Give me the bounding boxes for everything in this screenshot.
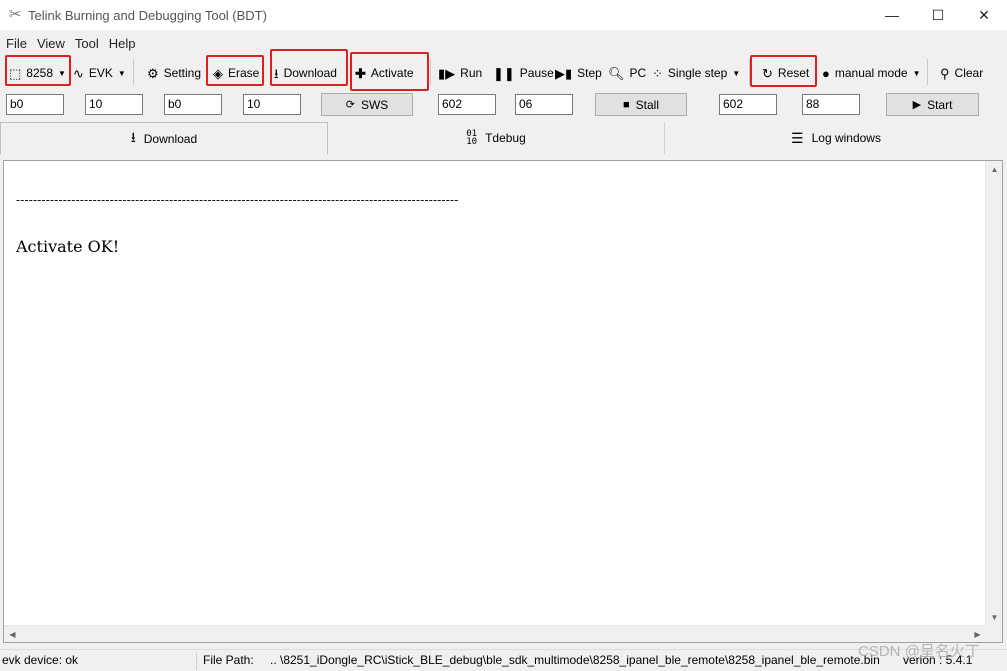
list-icon: ☰	[791, 129, 804, 146]
title-bar: ✂ Telink Burning and Debugging Tool (BDT…	[0, 0, 1007, 30]
toolbar: ⬚ 8258 ▼ ∿ EVK ▼ ⚙ Setting ◈ Erase ⭳ Dow…	[0, 49, 1007, 91]
tab-tdebug-label: Tdebug	[485, 131, 526, 145]
status-divider	[196, 652, 197, 670]
menu-file[interactable]: File	[0, 36, 32, 51]
highlight-box	[270, 49, 348, 86]
close-button[interactable]: ✕	[961, 0, 1007, 30]
pause-label: Pause	[519, 66, 554, 80]
menu-tool[interactable]: Tool	[70, 36, 104, 51]
manual-mode-label: manual mode	[834, 66, 908, 80]
log-message: Activate OK!	[16, 237, 120, 256]
vertical-scrollbar[interactable]: ▲ ▼	[985, 161, 1002, 626]
step-icon: ▶▮	[555, 65, 573, 81]
single-step-dropdown[interactable]: ⁘ Single step ▼	[652, 58, 740, 88]
search-icon: 🔍︎	[608, 65, 625, 81]
highlight-box	[5, 55, 71, 86]
scroll-down-icon[interactable]: ▼	[986, 609, 1003, 626]
log-separator: ----------------------------------------…	[16, 193, 459, 207]
step-label: Step	[577, 66, 602, 80]
evk-dropdown[interactable]: ∿ EVK ▼	[73, 58, 126, 88]
single-step-label: Single step	[667, 66, 728, 80]
menu-bar: File View Tool Help	[0, 33, 1007, 53]
pc-button[interactable]: 🔍︎ PC	[608, 58, 646, 88]
toolbar-separator	[133, 59, 134, 85]
toolbar-separator	[927, 59, 928, 85]
toolbar-separator	[430, 59, 431, 85]
run-icon: ▮▶	[438, 65, 456, 81]
sws-label: SWS	[360, 97, 389, 112]
file-path-value: .. \8251_iDongle_RC\iStick_BLE_debug\ble…	[270, 653, 880, 667]
address-field-1[interactable]: b0	[6, 94, 64, 115]
window-controls: — ☐ ✕	[869, 0, 1007, 30]
address-field-2[interactable]: b0	[164, 94, 222, 115]
highlight-box	[350, 52, 429, 91]
footsteps-icon: ⁘	[652, 65, 663, 81]
menu-view[interactable]: View	[32, 36, 70, 51]
refresh-icon: ⟳	[345, 99, 355, 111]
stall-label: Stall	[635, 97, 659, 112]
stop-icon: ■	[623, 98, 630, 111]
binary-icon: 01 10	[466, 129, 478, 147]
play-icon: ▶	[912, 99, 922, 111]
tab-bar: ⭳ Download 01 10 Tdebug ☰ Log windows	[0, 122, 1007, 154]
tab-log-windows[interactable]: ☰ Log windows	[665, 122, 1007, 154]
setting-label: Setting	[163, 66, 202, 80]
tab-tdebug[interactable]: 01 10 Tdebug	[328, 122, 665, 154]
address-field-3[interactable]: 602	[438, 94, 496, 115]
log-content: ----------------------------------------…	[16, 163, 459, 285]
scroll-up-icon[interactable]: ▲	[986, 161, 1003, 178]
stall-button[interactable]: ■ Stall	[595, 93, 687, 116]
parameter-row: b0 10 b0 10 ⟳ SWS 602 06 ■ Stall 602 88 …	[0, 92, 1007, 118]
address-field-4[interactable]: 602	[719, 94, 777, 115]
chevron-down-icon: ▼	[117, 68, 126, 78]
highlight-box	[750, 55, 817, 87]
value-field-4[interactable]: 88	[802, 94, 860, 115]
wave-icon: ∿	[73, 65, 84, 81]
gear-icon: ⚙	[147, 65, 159, 81]
maximize-button[interactable]: ☐	[915, 0, 961, 30]
file-path-label: File Path:	[203, 653, 254, 667]
menu-help[interactable]: Help	[104, 36, 141, 51]
sws-button[interactable]: ⟳ SWS	[321, 93, 413, 116]
start-button[interactable]: ▶ Start	[886, 93, 979, 116]
value-field-1[interactable]: 10	[85, 94, 143, 115]
highlight-box	[206, 55, 264, 86]
scroll-left-icon[interactable]: ◀	[4, 626, 21, 643]
horizontal-scrollbar[interactable]: ◀ ▶	[4, 625, 986, 642]
pc-label: PC	[629, 66, 647, 80]
minimize-button[interactable]: —	[869, 0, 915, 30]
watermark: CSDN @呈名火丁	[858, 643, 980, 660]
value-field-3[interactable]: 06	[515, 94, 573, 115]
device-status: evk device: ok	[2, 653, 79, 667]
log-output[interactable]: ----------------------------------------…	[3, 160, 1003, 643]
clear-label: Clear	[954, 66, 984, 80]
mode-icon: ●	[822, 65, 830, 81]
run-label: Run	[460, 66, 483, 80]
pause-button[interactable]: ❚❚ Pause	[493, 58, 554, 88]
chevron-down-icon: ▼	[912, 68, 921, 78]
tab-download-label: Download	[143, 131, 198, 146]
clear-button[interactable]: ⚲ Clear	[940, 58, 983, 88]
scrollbar-corner	[985, 625, 1002, 642]
pause-icon: ❚❚	[493, 65, 515, 81]
start-label: Start	[927, 97, 953, 112]
setting-button[interactable]: ⚙ Setting	[147, 58, 201, 88]
chevron-down-icon: ▼	[732, 68, 741, 78]
manual-mode-dropdown[interactable]: ● manual mode ▼	[822, 58, 921, 88]
run-button[interactable]: ▮▶ Run	[438, 58, 482, 88]
value-field-2[interactable]: 10	[243, 94, 301, 115]
download-arrow-icon: ⭳	[130, 128, 136, 145]
tools-icon: ✂	[8, 6, 22, 23]
window-title: Telink Burning and Debugging Tool (BDT)	[28, 7, 267, 23]
step-button[interactable]: ▶▮ Step	[555, 58, 602, 88]
status-bar: evk device: ok File Path: .. \8251_iDong…	[0, 649, 1007, 671]
evk-label: EVK	[88, 66, 113, 80]
tab-download[interactable]: ⭳ Download	[0, 122, 328, 154]
tab-log-windows-label: Log windows	[811, 131, 881, 145]
broom-icon: ⚲	[940, 65, 950, 81]
